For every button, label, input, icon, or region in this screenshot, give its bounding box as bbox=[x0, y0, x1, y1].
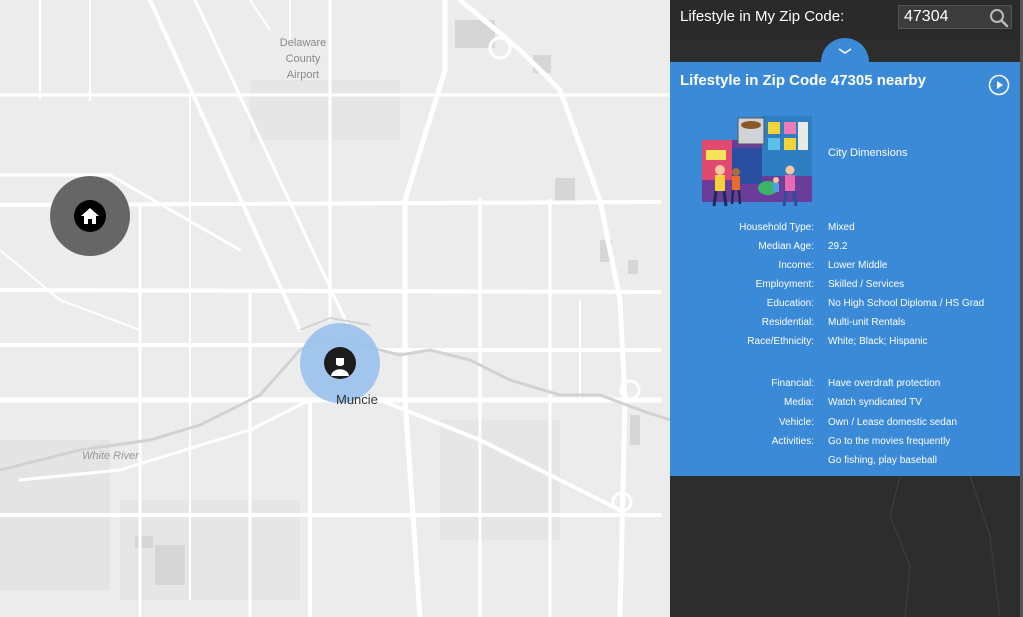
city-label: Muncie bbox=[336, 392, 378, 407]
behavior-label: Financial: bbox=[771, 378, 814, 389]
river-label: White River bbox=[82, 450, 139, 462]
attribute-row: Household Type: Mixed bbox=[670, 222, 1022, 238]
attribute-value: 29.2 bbox=[828, 241, 848, 252]
behavior-row: Activities: Go to the movies frequently bbox=[670, 436, 1022, 452]
attribute-row: Education: No High School Diploma / HS Gr… bbox=[670, 298, 1022, 314]
behavior-row: Media: Watch syndicated TV bbox=[670, 397, 1022, 413]
home-marker[interactable] bbox=[50, 176, 130, 256]
behavior-row: Go fishing, play baseball bbox=[670, 455, 1022, 471]
play-icon[interactable] bbox=[988, 74, 1010, 96]
map-roads bbox=[0, 0, 670, 617]
attribute-value: White; Black; Hispanic bbox=[828, 336, 928, 347]
segment-name: City Dimensions bbox=[828, 147, 908, 159]
attribute-value: No High School Diploma / HS Grad bbox=[828, 298, 985, 309]
panel-header: Lifestyle in My Zip Code: 47304 bbox=[670, 0, 1023, 40]
attribute-row: Median Age: 29.2 bbox=[670, 241, 1022, 257]
zip-search-value[interactable]: 47304 bbox=[904, 8, 949, 26]
airport-label: Delaware County Airport bbox=[279, 37, 327, 81]
behavior-value: Own / Lease domestic sedan bbox=[828, 417, 957, 428]
attribute-label: Residential: bbox=[761, 317, 814, 328]
behavior-value: Watch syndicated TV bbox=[828, 397, 922, 408]
dark-map-area bbox=[889, 476, 1001, 617]
attribute-value: Multi-unit Rentals bbox=[828, 317, 906, 328]
behavior-value: Go to the movies frequently bbox=[828, 436, 951, 447]
home-icon bbox=[74, 200, 106, 232]
attribute-row: Race/Ethnicity: White; Black; Hispanic bbox=[670, 336, 1022, 352]
behavior-label: Activities: bbox=[771, 436, 814, 447]
behavior-label: Media: bbox=[783, 397, 814, 408]
lifestyle-illustration bbox=[702, 116, 812, 207]
attribute-value: Skilled / Services bbox=[828, 279, 905, 290]
attribute-label: Median Age: bbox=[758, 241, 814, 252]
header-title: Lifestyle in My Zip Code: bbox=[680, 8, 845, 25]
attribute-label: Household Type: bbox=[739, 222, 814, 233]
chevron-down-icon bbox=[838, 48, 852, 54]
person-icon bbox=[324, 347, 356, 379]
attribute-label: Income: bbox=[778, 260, 814, 271]
attribute-value: Mixed bbox=[828, 222, 855, 233]
attribute-row: Residential: Multi-unit Rentals bbox=[670, 317, 1022, 333]
behavior-row: Vehicle: Own / Lease domestic sedan bbox=[670, 417, 1022, 433]
attribute-label: Education: bbox=[766, 298, 814, 309]
attribute-row: Income: Lower Middle bbox=[670, 260, 1022, 276]
behavior-value: Have overdraft protection bbox=[828, 378, 941, 389]
attribute-label: Employment: bbox=[755, 279, 814, 290]
collapse-toggle[interactable] bbox=[821, 38, 869, 64]
card-title: Lifestyle in Zip Code 47305 nearby bbox=[680, 72, 926, 89]
behavior-row: Financial: Have overdraft protection bbox=[670, 378, 1022, 394]
zip-marker[interactable] bbox=[300, 323, 380, 403]
attribute-row: Employment: Skilled / Services bbox=[670, 279, 1022, 295]
search-icon[interactable] bbox=[989, 8, 1009, 28]
lifestyle-card: Lifestyle in Zip Code 47305 nearby City … bbox=[670, 62, 1022, 476]
lifestyle-panel: Lifestyle in My Zip Code: 47304 Lifestyl… bbox=[670, 0, 1023, 617]
behavior-value: Go fishing, play baseball bbox=[828, 455, 937, 466]
zip-search-input[interactable]: 47304 bbox=[898, 5, 1012, 29]
attribute-value: Lower Middle bbox=[828, 260, 888, 271]
attribute-label: Race/Ethnicity: bbox=[747, 336, 814, 347]
map[interactable]: Delaware County Airport White River Munc… bbox=[0, 0, 670, 617]
behavior-label: Vehicle: bbox=[778, 417, 814, 428]
